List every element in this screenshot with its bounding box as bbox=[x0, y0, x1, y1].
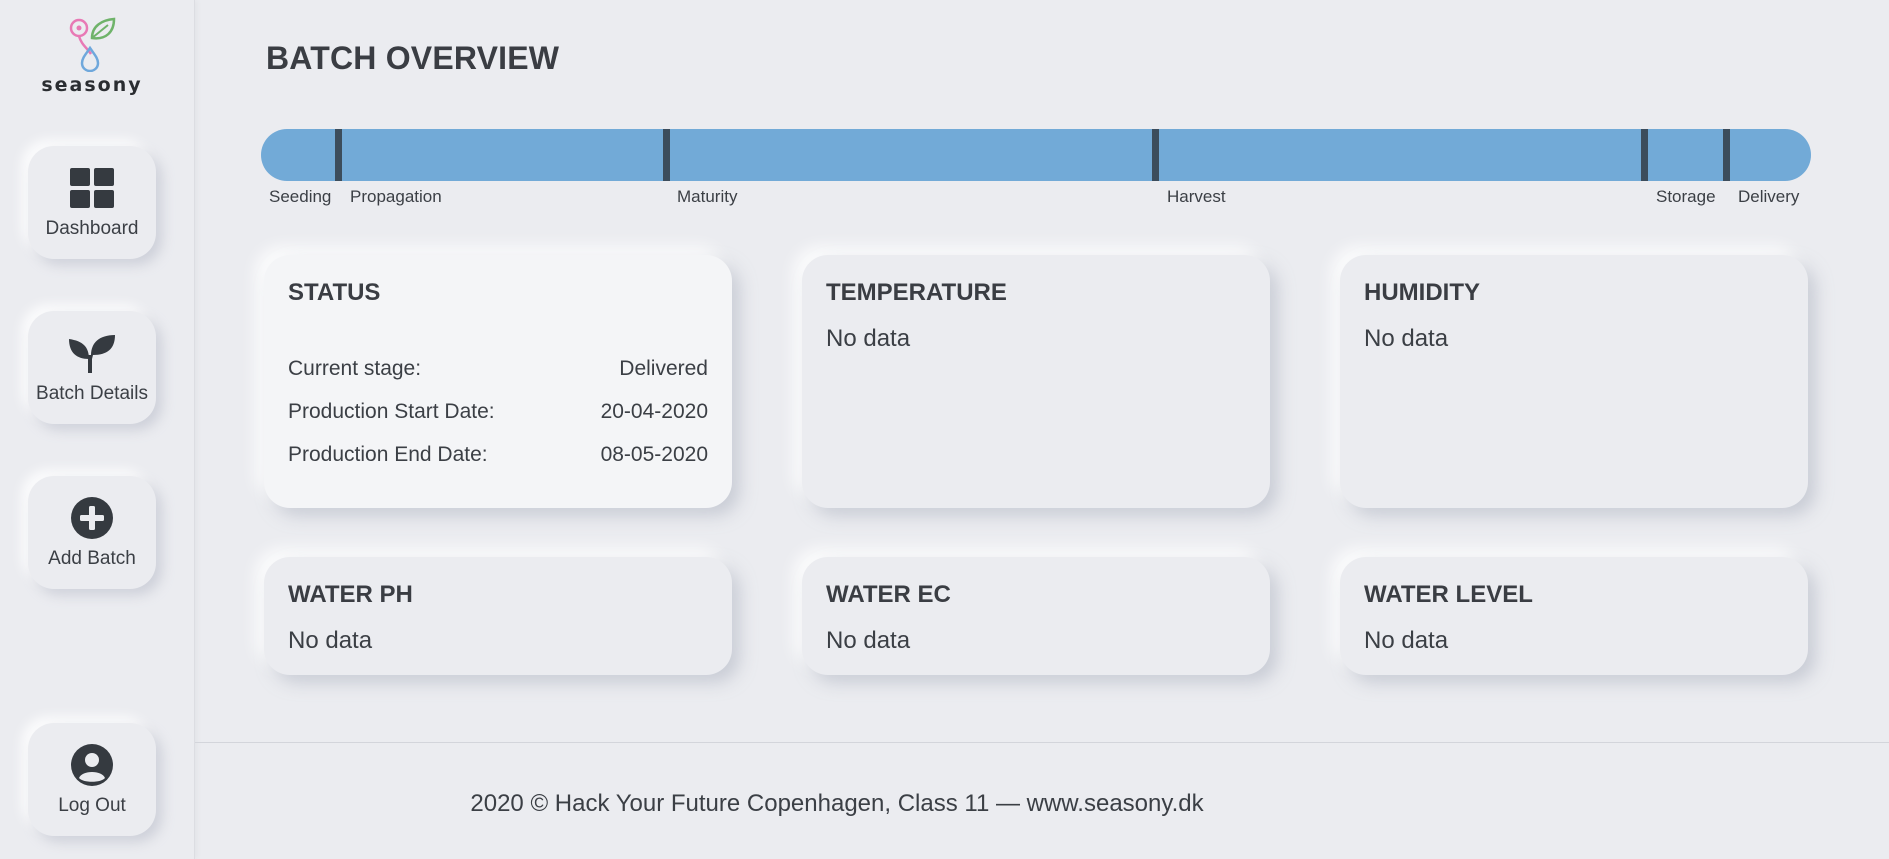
water-ec-card-title: WATER EC bbox=[826, 581, 951, 608]
humidity-value: No data bbox=[1364, 325, 1449, 352]
status-value: 20-04-2020 bbox=[600, 400, 708, 423]
status-row-start-date: Production Start Date: 20-04-2020 bbox=[288, 400, 708, 424]
nav-log-out-button[interactable]: Log Out bbox=[28, 723, 156, 836]
nav-log-out-label: Log Out bbox=[58, 794, 126, 816]
sprout-icon bbox=[69, 331, 115, 375]
status-label: Current stage: bbox=[288, 357, 422, 380]
sidebar: seasony Dashboard Batch Details Add Batc… bbox=[0, 0, 195, 859]
stage-label-harvest: Harvest bbox=[1167, 187, 1226, 206]
dashboard-grid-icon bbox=[70, 166, 114, 210]
user-circle-icon bbox=[70, 743, 114, 787]
water-level-value: No data bbox=[1364, 627, 1449, 654]
seasony-logo-icon bbox=[69, 17, 116, 72]
temperature-card: TEMPERATURE No data bbox=[802, 255, 1270, 508]
nav-add-batch-button[interactable]: Add Batch bbox=[28, 476, 156, 589]
water-level-card: WATER LEVEL No data bbox=[1340, 557, 1808, 675]
status-label: Production Start Date: bbox=[288, 400, 495, 423]
stage-label-delivery: Delivery bbox=[1738, 187, 1800, 206]
timeline-tick-propagation bbox=[335, 129, 342, 181]
timeline-tick-maturity bbox=[663, 129, 670, 181]
status-row-end-date: Production End Date: 08-05-2020 bbox=[288, 443, 708, 467]
water-ec-value: No data bbox=[826, 627, 911, 654]
temperature-card-title: TEMPERATURE bbox=[826, 279, 1007, 306]
nav-add-batch-label: Add Batch bbox=[48, 547, 136, 569]
stage-label-propagation: Propagation bbox=[350, 187, 442, 206]
footer-text: 2020 © Hack Your Future Copenhagen, Clas… bbox=[470, 790, 1204, 817]
status-rows: Current stage: Delivered Production Star… bbox=[288, 357, 708, 467]
status-label: Production End Date: bbox=[288, 443, 488, 466]
status-row-current-stage: Current stage: Delivered bbox=[288, 357, 708, 381]
plus-circle-icon bbox=[70, 496, 114, 540]
timeline-tick-storage bbox=[1641, 129, 1648, 181]
timeline-tick-harvest bbox=[1152, 129, 1159, 181]
brand-logo[interactable]: seasony bbox=[0, 14, 184, 96]
nav-batch-details-button[interactable]: Batch Details bbox=[28, 311, 156, 424]
water-ph-card-title: WATER PH bbox=[288, 581, 413, 608]
page-title: BATCH OVERVIEW bbox=[266, 40, 560, 76]
humidity-card-title: HUMIDITY bbox=[1364, 279, 1480, 306]
nav-batch-details-label: Batch Details bbox=[36, 382, 148, 404]
nav-dashboard-button[interactable]: Dashboard bbox=[28, 146, 156, 259]
water-level-card-title: WATER LEVEL bbox=[1364, 581, 1533, 608]
status-card-title: STATUS bbox=[288, 279, 381, 306]
nav-dashboard-label: Dashboard bbox=[45, 217, 139, 239]
brand-name: seasony bbox=[41, 74, 143, 96]
temperature-value: No data bbox=[826, 325, 911, 352]
stage-label-storage: Storage bbox=[1656, 187, 1716, 206]
timeline-tick-delivery bbox=[1723, 129, 1730, 181]
water-ph-card: WATER PH No data bbox=[264, 557, 732, 675]
status-value: Delivered bbox=[619, 357, 708, 380]
humidity-card: HUMIDITY No data bbox=[1340, 255, 1808, 508]
batch-timeline-bar bbox=[261, 129, 1811, 181]
stage-label-seeding: Seeding bbox=[269, 187, 332, 206]
stage-label-maturity: Maturity bbox=[677, 187, 738, 206]
footer-divider bbox=[195, 742, 1889, 743]
status-value: 08-05-2020 bbox=[600, 443, 708, 466]
water-ec-card: WATER EC No data bbox=[802, 557, 1270, 675]
water-ph-value: No data bbox=[288, 627, 373, 654]
status-card: STATUS Current stage: Delivered Producti… bbox=[264, 255, 732, 508]
